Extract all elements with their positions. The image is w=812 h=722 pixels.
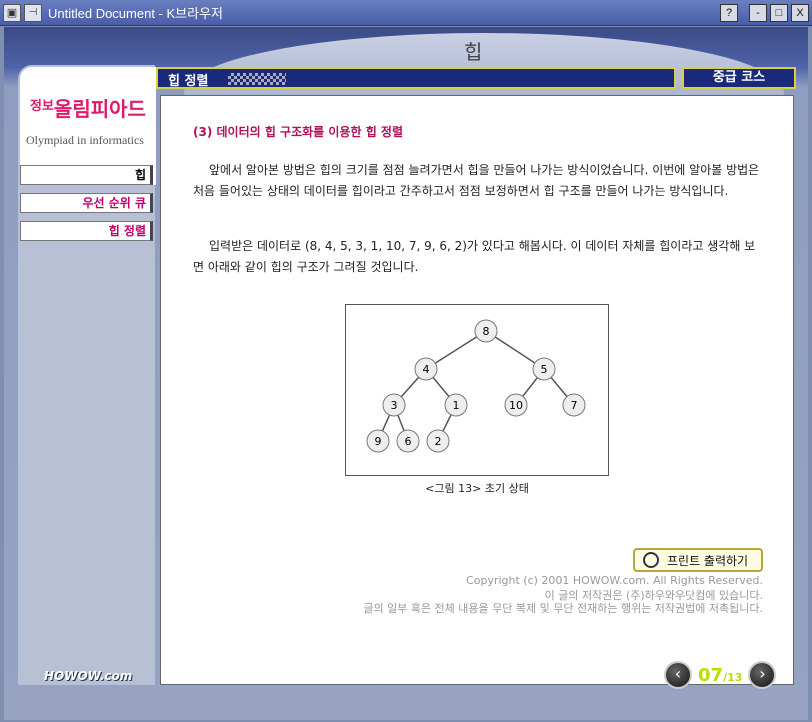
logo-english: Olympiad in informatics <box>26 133 144 147</box>
page-current: 07 <box>698 664 724 686</box>
logo-korean: 정보올림피아드 <box>30 97 146 121</box>
print-button[interactable]: 프린트 출력하기 <box>633 548 763 572</box>
checker-decoration <box>228 73 286 85</box>
course-level: 중급 코스 <box>682 67 796 89</box>
tree-node-label: 3 <box>391 399 398 412</box>
content-heading: (3) 데이터의 힙 구조화를 이용한 힙 정렬 <box>193 125 403 139</box>
tree-node-label: 1 <box>453 399 460 412</box>
pin-icon[interactable]: ⊣ <box>24 3 42 22</box>
sidebar-item-heap[interactable]: 힙 <box>20 165 153 185</box>
tree-node: 8 <box>474 319 498 343</box>
sidebar-item-priority-queue[interactable]: 우선 순위 큐 <box>20 193 153 213</box>
print-button-label: 프린트 출력하기 <box>667 553 749 568</box>
heap-tree-svg: 8 4 5 3 1 10 7 9 6 2 <box>366 319 586 453</box>
pager: ‹ 07/13 › <box>664 660 777 690</box>
tree-node: 7 <box>562 393 586 417</box>
close-button[interactable]: X <box>791 3 809 22</box>
tree-node: 3 <box>382 393 406 417</box>
heap-tree-figure: 8 4 5 3 1 10 7 9 6 2 <box>345 304 609 476</box>
app-icon[interactable]: ▣ <box>3 3 21 22</box>
tree-node-label: 5 <box>541 363 548 376</box>
minimize-button[interactable]: - <box>749 3 767 22</box>
tree-edges <box>377 330 575 442</box>
section-title: 힙 정렬 <box>168 74 209 89</box>
copyright-line-3: 글의 일부 혹은 전체 내용을 무단 복제 및 무단 전재하는 행위는 저작권법… <box>363 602 763 615</box>
tree-node: 4 <box>414 357 438 381</box>
page-total: /13 <box>723 670 743 684</box>
tree-node: 1 <box>444 393 468 417</box>
tree-node-label: 7 <box>571 399 578 412</box>
page-frame: 힙 정보올림피아드 Olympiad in informatics 힙 우선 순… <box>4 27 808 720</box>
tree-node: 5 <box>532 357 556 381</box>
next-page-button[interactable]: › <box>748 661 777 689</box>
tree-nodes: 8 4 5 3 1 10 7 9 6 2 <box>366 319 586 453</box>
paragraph-1: 앞에서 알아본 방법은 힙의 크기를 점점 늘려가면서 힙을 만들어 나가는 방… <box>193 163 760 198</box>
tree-node-label: 10 <box>509 399 523 412</box>
brand-logo: HOWOW.com <box>44 669 133 683</box>
tree-node: 9 <box>366 429 390 453</box>
content-panel: (3) 데이터의 힙 구조화를 이용한 힙 정렬 앞에서 알아본 방법은 힙의 … <box>160 95 794 685</box>
window-title: Untitled Document - K브라우저 <box>48 6 224 21</box>
tree-node-label: 9 <box>375 435 382 448</box>
window-titlebar: ▣ ⊣ Untitled Document - K브라우저 ? - □ X <box>0 0 812 26</box>
tree-node-label: 4 <box>423 363 430 376</box>
tree-node: 2 <box>426 429 450 453</box>
maximize-button[interactable]: □ <box>770 3 788 22</box>
tree-node-label: 8 <box>483 325 490 338</box>
help-button[interactable]: ? <box>720 3 738 22</box>
tree-node-label: 2 <box>435 435 442 448</box>
figure-caption: <그림 13> 초기 상태 <box>425 482 529 495</box>
copyright-line-1: Copyright (c) 2001 HOWOW.com. All Rights… <box>466 574 763 587</box>
magnifier-icon <box>643 552 659 568</box>
section-bar: 힙 정렬 <box>156 67 676 89</box>
paragraph-2: 입력받은 데이터로 (8, 4, 5, 3, 1, 10, 7, 9, 6, 2… <box>193 239 756 274</box>
page-indicator: 07/13 <box>698 665 742 686</box>
tree-node: 10 <box>504 393 528 417</box>
tree-node: 6 <box>396 429 420 453</box>
prev-page-button[interactable]: ‹ <box>664 661 692 689</box>
page-heading: 힙 <box>464 40 483 64</box>
sidebar-item-heap-sort[interactable]: 힙 정렬 <box>20 221 153 241</box>
tree-node-label: 6 <box>405 435 412 448</box>
